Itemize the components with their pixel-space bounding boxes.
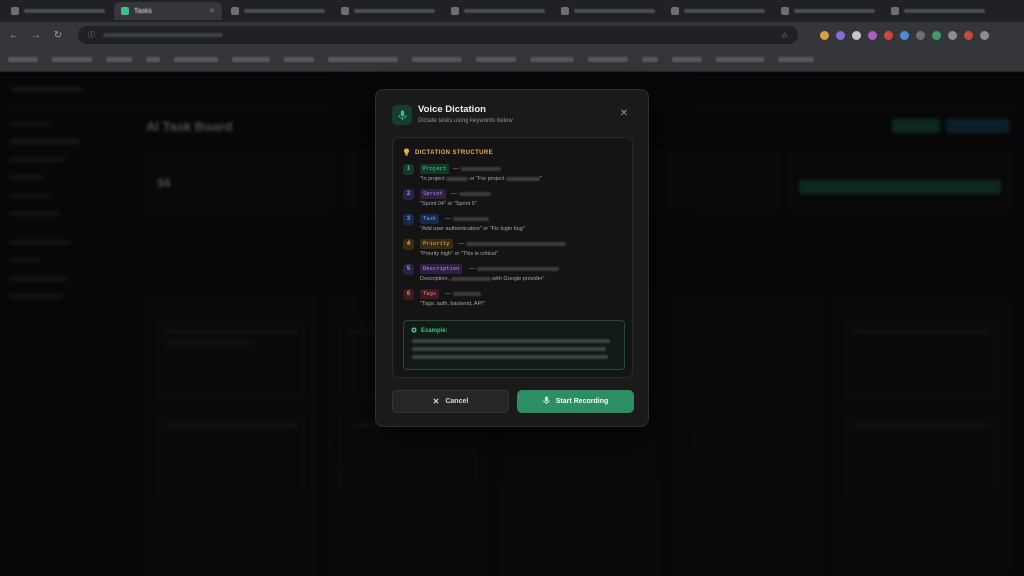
bookmark-item[interactable] xyxy=(716,57,764,62)
keyword-chip: Priority xyxy=(420,239,453,249)
voice-dictation-modal: Voice Dictation Dictate tasks using keyw… xyxy=(375,89,649,427)
item-example: "Add user authentication" or "Fix login … xyxy=(420,226,525,232)
bookmark-item[interactable] xyxy=(476,57,516,62)
favicon-icon xyxy=(451,7,459,15)
favicon-icon xyxy=(121,7,129,15)
favicon-icon xyxy=(561,7,569,15)
keyword-chip: Description xyxy=(420,264,463,274)
bookmark-item[interactable] xyxy=(174,57,218,62)
example-heading: Example: xyxy=(421,328,448,334)
list-item-description: 5 Description — Description, with Google… xyxy=(403,264,625,289)
keyword-chip: Sprint xyxy=(420,189,446,199)
modal-title: Voice Dictation xyxy=(418,104,486,115)
bookmark-item[interactable] xyxy=(530,57,574,62)
browser-tab[interactable] xyxy=(664,2,772,20)
bookmark-item[interactable] xyxy=(146,57,160,62)
extension-icon[interactable] xyxy=(932,30,941,40)
item-example: "Priority high" or "This is critical" xyxy=(420,251,498,257)
favicon-icon xyxy=(231,7,239,15)
item-number: 1 xyxy=(403,164,414,175)
site-info-icon[interactable]: ⓘ xyxy=(88,30,95,40)
keyword-chip: Tags xyxy=(420,289,440,299)
bookmark-item[interactable] xyxy=(232,57,270,62)
extension-icon[interactable] xyxy=(948,30,957,40)
bookmark-item[interactable] xyxy=(642,57,658,62)
bookmark-item[interactable] xyxy=(672,57,702,62)
bookmark-item[interactable] xyxy=(8,57,38,62)
favicon-icon xyxy=(11,7,19,15)
bookmark-item[interactable] xyxy=(52,57,92,62)
item-number: 4 xyxy=(403,239,414,250)
start-recording-button[interactable]: Start Recording xyxy=(517,390,634,413)
lightbulb-icon xyxy=(403,148,410,158)
arrow-right-icon[interactable]: → xyxy=(30,30,42,41)
favicon-icon xyxy=(781,7,789,15)
bookmark-item[interactable] xyxy=(588,57,628,62)
star-icon[interactable]: ☆ xyxy=(781,31,788,40)
item-number: 3 xyxy=(403,214,414,225)
browser-tab[interactable] xyxy=(774,2,882,20)
list-item-priority: 4 Priority — "Priority high" or "This is… xyxy=(403,239,625,264)
browser-tab[interactable] xyxy=(554,2,662,20)
keyword-chip: Task xyxy=(420,214,440,224)
browser-tab[interactable] xyxy=(4,2,112,20)
example-box: Example: xyxy=(403,320,625,370)
browser-tab-active[interactable]: Tasks ✕ xyxy=(114,2,222,20)
bookmark-item[interactable] xyxy=(328,57,398,62)
active-tab-label: Tasks xyxy=(134,7,152,15)
sparkle-icon xyxy=(411,327,417,335)
item-example: "Sprint 04" or "Sprint 5" xyxy=(420,201,477,207)
microphone-icon xyxy=(543,396,550,407)
item-number: 6 xyxy=(403,289,414,300)
arrow-left-icon[interactable]: ← xyxy=(8,30,20,41)
list-item-sprint: 2 Sprint — "Sprint 04" or "Sprint 5" xyxy=(403,189,625,214)
address-bar[interactable]: ⓘ ☆ xyxy=(78,26,798,44)
item-example: Description, with Google provider" xyxy=(420,276,545,282)
browser-toolbar: ← → ↻ ⓘ ☆ xyxy=(0,22,1024,48)
tab-close-icon[interactable]: ✕ xyxy=(209,7,215,15)
list-item-task: 3 Task — "Add user authentication" or "F… xyxy=(403,214,625,239)
cancel-button[interactable]: ✕ Cancel xyxy=(392,390,509,413)
bookmark-item[interactable] xyxy=(106,57,132,62)
menu-dots-icon[interactable] xyxy=(980,30,989,40)
browser-tab[interactable] xyxy=(444,2,552,20)
browser-tab[interactable] xyxy=(334,2,442,20)
modal-subtitle: Dictate tasks using keywords below xyxy=(418,118,513,124)
profile-avatar-icon[interactable] xyxy=(964,30,973,40)
item-example: "Tags: auth, backend, API" xyxy=(420,301,485,307)
item-number: 2 xyxy=(403,189,414,200)
list-item-tags: 6 Tags — "Tags: auth, backend, API" xyxy=(403,289,625,314)
extension-icon[interactable] xyxy=(836,30,845,40)
extension-icon[interactable] xyxy=(868,30,877,40)
bookmark-item[interactable] xyxy=(778,57,814,62)
item-number: 5 xyxy=(403,264,414,275)
close-icon[interactable]: ✕ xyxy=(617,107,631,121)
bookmark-item[interactable] xyxy=(412,57,462,62)
close-icon: ✕ xyxy=(432,397,440,406)
favicon-icon xyxy=(671,7,679,15)
item-example: "In project or "For project " xyxy=(420,176,542,182)
browser-tab[interactable] xyxy=(884,2,992,20)
extension-icon[interactable] xyxy=(852,30,861,40)
list-item-project: 1 Project — "In project or "For project … xyxy=(403,164,625,189)
dictation-items-list: 1 Project — "In project or "For project … xyxy=(403,164,625,314)
microphone-icon xyxy=(392,105,412,125)
dictation-structure-panel: DICTATION STRUCTURE 1 Project — "In proj… xyxy=(392,137,633,378)
reload-icon[interactable]: ↻ xyxy=(52,30,64,41)
favicon-icon xyxy=(341,7,349,15)
browser-tab[interactable] xyxy=(224,2,332,20)
extension-icon[interactable] xyxy=(900,30,909,40)
extension-icon[interactable] xyxy=(916,30,925,40)
structure-heading: DICTATION STRUCTURE xyxy=(403,148,493,158)
browser-tab-bar: Tasks ✕ xyxy=(0,0,1024,22)
bookmark-item[interactable] xyxy=(284,57,314,62)
favicon-icon xyxy=(891,7,899,15)
keyword-chip: Project xyxy=(420,164,450,174)
bookmarks-bar xyxy=(0,48,1024,72)
extension-icon[interactable] xyxy=(884,30,893,40)
extensions-row xyxy=(820,30,989,40)
extension-icon[interactable] xyxy=(820,30,829,40)
